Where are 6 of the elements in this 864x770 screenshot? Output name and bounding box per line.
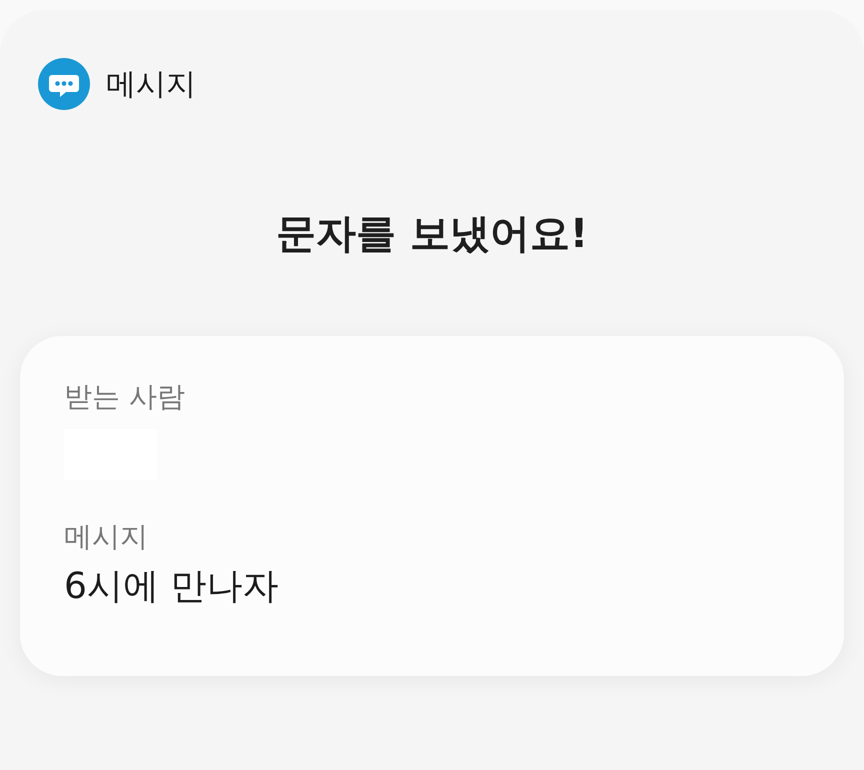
message-label: 메시지 (64, 522, 149, 553)
message-text: 6시에 만나자 (64, 564, 280, 608)
app-name: 메시지 (106, 66, 196, 104)
chat-bubble-icon (38, 58, 90, 110)
recipient-label: 받는 사람 (64, 382, 186, 413)
dialog-title: 문자를 보냈어요! (274, 214, 590, 254)
